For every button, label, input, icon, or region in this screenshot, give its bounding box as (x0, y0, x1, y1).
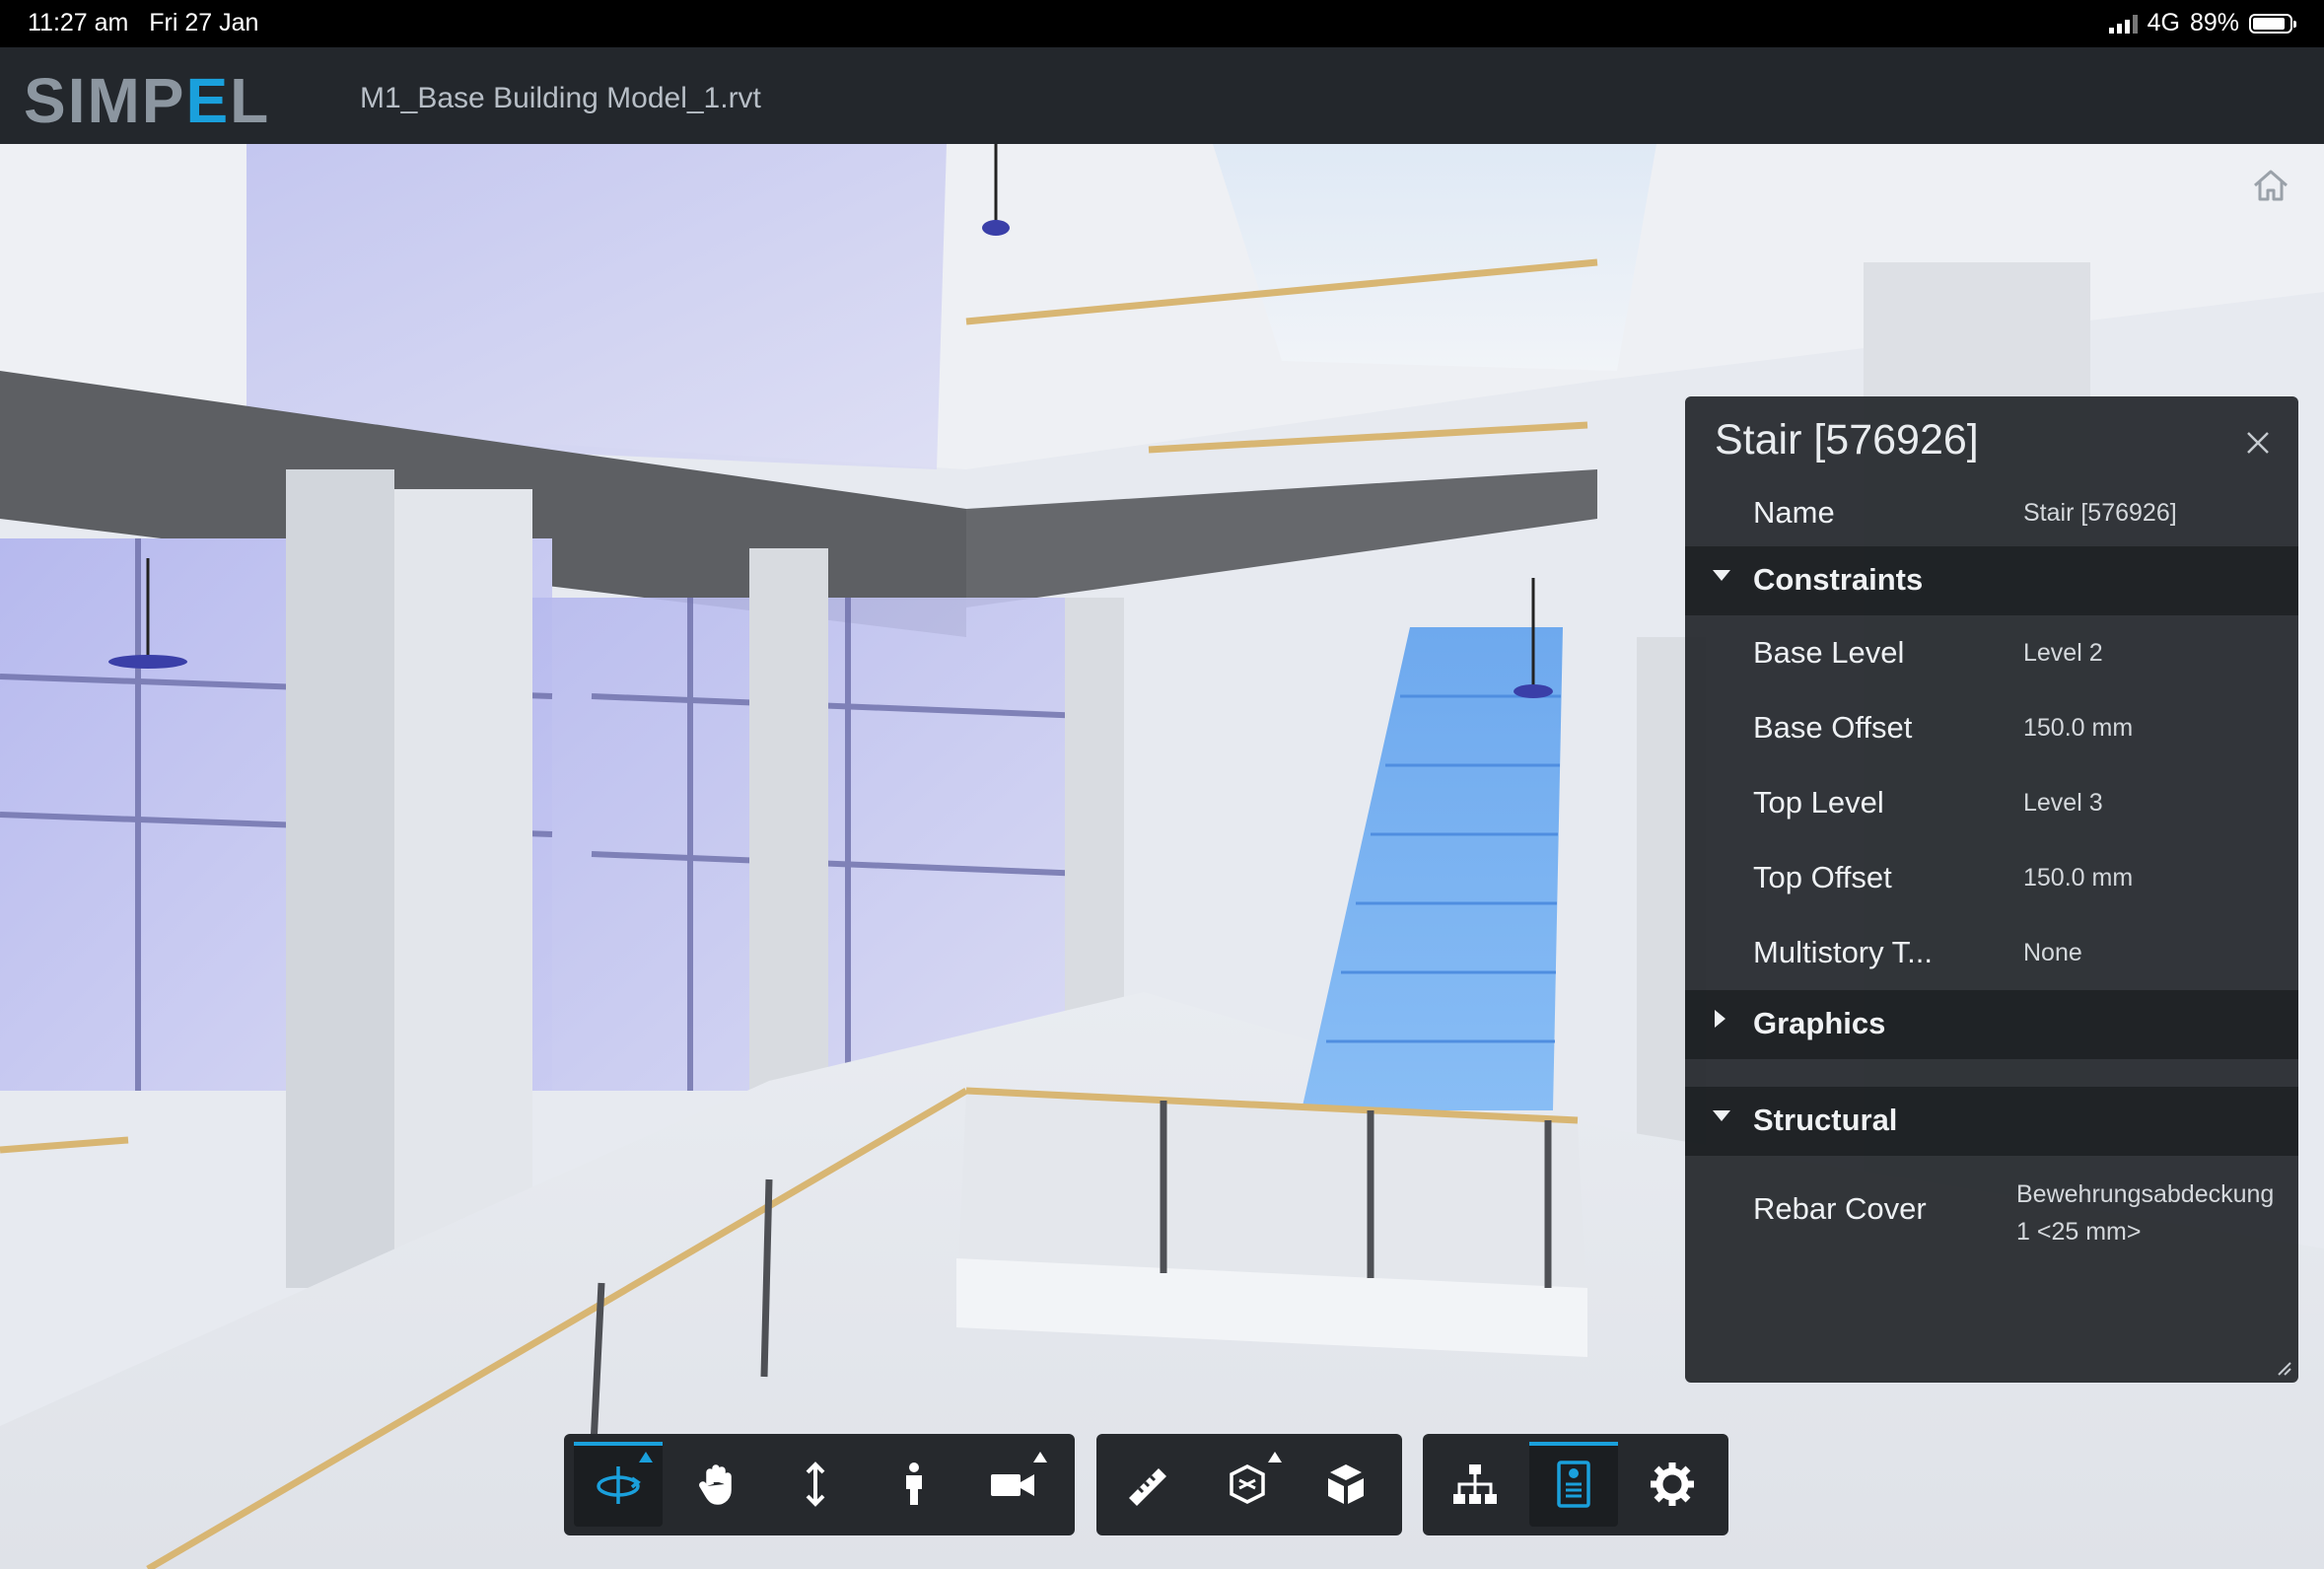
properties-panel: Stair [576926] Name Stair [576926] Const… (1685, 396, 2298, 1383)
property-label: Multistory T... (1753, 935, 1934, 969)
first-person-icon (906, 1462, 922, 1505)
app-header: SIMPEL M1_Base Building Model_1.rvt (0, 47, 2324, 144)
home-view-icon[interactable] (2251, 166, 2290, 205)
property-label: Top Level (1753, 785, 1884, 820)
orbit-tool-button[interactable] (574, 1442, 663, 1527)
property-row: Rebar Cover Bewehrungsabdeckung 1 <25 mm> (1685, 1156, 2298, 1264)
property-label: Name (1753, 495, 1835, 530)
status-time: 11:27 am (28, 9, 129, 36)
property-value: Level 3 (2023, 789, 2103, 817)
model-browser-tool-button[interactable] (1431, 1442, 1519, 1527)
file-name: M1_Base Building Model_1.rvt (360, 82, 761, 114)
zoom-tool-button[interactable] (771, 1442, 860, 1527)
explode-icon (1328, 1464, 1364, 1504)
chevron-down-icon (1713, 1110, 1730, 1121)
camera-tool-button[interactable] (968, 1442, 1057, 1527)
pan-tool-button[interactable] (672, 1442, 761, 1527)
explode-tool-button[interactable] (1302, 1442, 1390, 1527)
battery-icon (2249, 13, 2296, 34)
section-tool-button[interactable] (1203, 1442, 1292, 1527)
settings-tool-button[interactable] (1628, 1442, 1717, 1527)
zoom-icon (806, 1462, 825, 1507)
section-constraints[interactable]: Constraints (1685, 546, 2298, 615)
orbit-icon (597, 1466, 641, 1504)
app-logo: SIMPEL (24, 65, 271, 136)
status-bar: 11:27 am Fri 27 Jan 4G 89% (0, 0, 2324, 47)
close-icon[interactable] (2243, 428, 2273, 458)
property-value: Stair [576926] (2023, 499, 2177, 527)
property-label: Base Level (1753, 635, 1905, 670)
property-row: Top Offset 150.0 mm (1685, 840, 2298, 915)
pan-icon (699, 1464, 732, 1505)
property-row: Multistory T... None (1685, 915, 2298, 990)
property-value: None (2023, 939, 2082, 966)
section-title: Graphics (1753, 1006, 1886, 1040)
property-row: Base Level Level 2 (1685, 615, 2298, 690)
section-icon (1230, 1464, 1265, 1504)
properties-icon (1557, 1461, 1590, 1508)
status-right: 4G 89% (2108, 9, 2296, 37)
status-date: Fri 27 Jan (149, 9, 259, 36)
property-value: 150.0 mm (2023, 864, 2134, 891)
section-graphics[interactable]: Graphics (1685, 990, 2298, 1059)
properties-tool-button[interactable] (1529, 1442, 1618, 1527)
panel-title: Stair [576926] (1715, 416, 1979, 464)
property-value: 150.0 mm (2023, 714, 2134, 742)
first-person-tool-button[interactable] (870, 1442, 958, 1527)
property-label: Top Offset (1753, 860, 1892, 894)
resize-handle-icon[interactable] (2275, 1359, 2292, 1377)
navigation-toolbar (564, 1434, 1075, 1535)
section-title: Structural (1753, 1103, 1898, 1137)
analysis-toolbar (1096, 1434, 1402, 1535)
property-row-name: Name Stair [576926] (1685, 477, 2298, 546)
measure-icon (1129, 1468, 1166, 1506)
property-row: Top Level Level 3 (1685, 765, 2298, 840)
battery-percent: 89% (2189, 9, 2239, 36)
network-label: 4G (2147, 9, 2180, 36)
section-structural[interactable]: Structural (1685, 1087, 2298, 1156)
caret-up-icon (1268, 1452, 1282, 1462)
chevron-right-icon (1715, 1010, 1725, 1028)
property-label: Base Offset (1753, 710, 1913, 745)
settings-toolbar (1423, 1434, 1728, 1535)
model-browser-icon (1453, 1464, 1497, 1504)
property-row: Base Offset 150.0 mm (1685, 690, 2298, 765)
section-title: Constraints (1753, 562, 1924, 597)
caret-up-icon (639, 1452, 653, 1462)
status-time-date: 11:27 am Fri 27 Jan (28, 9, 258, 37)
caret-up-icon (1033, 1452, 1047, 1462)
property-value: Level 2 (2023, 639, 2103, 667)
property-value: Bewehrungsabdeckung 1 <25 mm> (2016, 1180, 2275, 1246)
camera-icon (991, 1474, 1034, 1496)
chevron-down-icon (1713, 570, 1730, 581)
property-label: Rebar Cover (1753, 1191, 1927, 1226)
signal-icon (2108, 14, 2138, 34)
gear-icon (1651, 1462, 1694, 1506)
measure-tool-button[interactable] (1104, 1442, 1193, 1527)
